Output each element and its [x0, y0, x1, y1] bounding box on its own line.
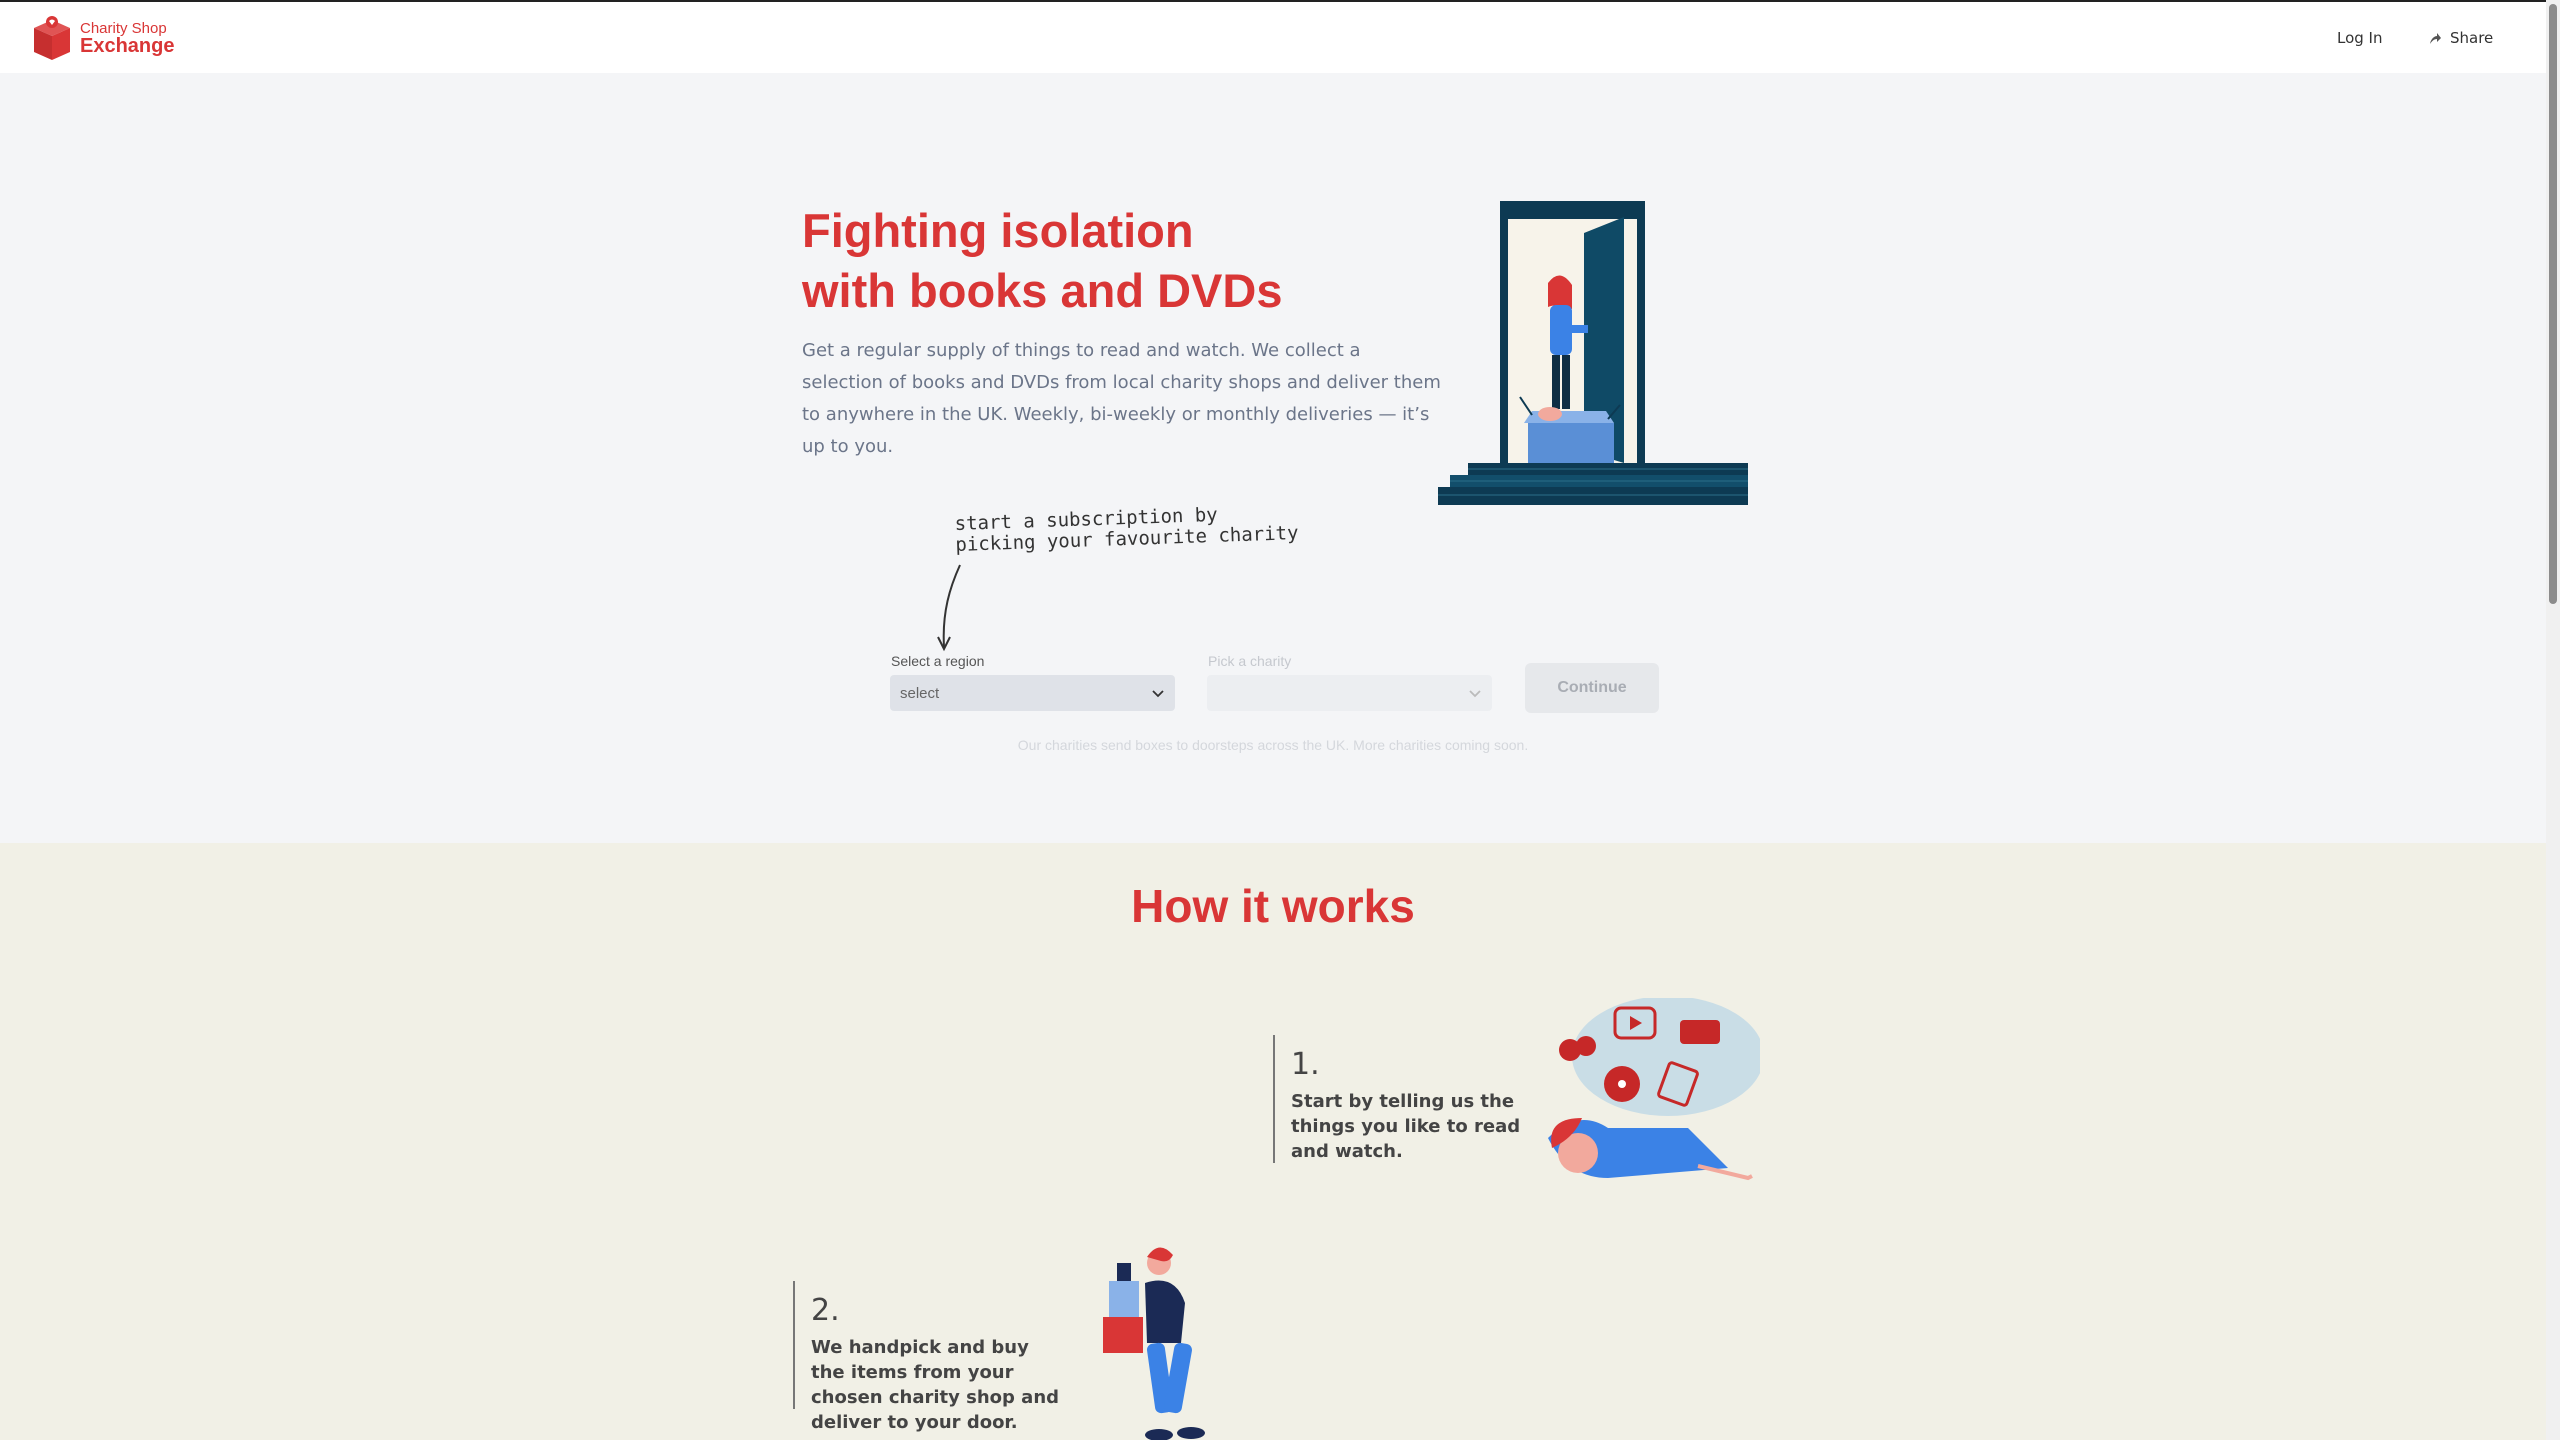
- step-1-text: Start by telling us the things you like …: [1291, 1091, 1521, 1162]
- hero-title-line2: with books and DVDs: [802, 264, 1283, 317]
- logo-box-icon: [34, 16, 70, 60]
- step-2: 2. We handpick and buy the items from yo…: [793, 1281, 1063, 1433]
- doorway-illustration: [1438, 201, 1748, 505]
- step-1: 1. Start by telling us the things you li…: [1273, 1035, 1533, 1163]
- hero-description: Get a regular supply of things to read a…: [802, 340, 1441, 457]
- login-link[interactable]: Log In: [2337, 29, 2383, 47]
- step-1-number: 1.: [1291, 1047, 1320, 1082]
- region-select-value: select: [900, 684, 940, 702]
- share-arrow-icon: [2430, 32, 2441, 44]
- scrollbar-thumb[interactable]: [2549, 4, 2557, 604]
- share-button[interactable]: Share: [2429, 29, 2493, 47]
- chevron-down-icon: [1152, 690, 1164, 698]
- region-select[interactable]: select: [890, 675, 1175, 711]
- hero-section: Fighting isolation with books and DVDs G…: [0, 73, 2546, 843]
- hero-title: Fighting isolation with books and DVDs: [802, 201, 1502, 321]
- continue-button[interactable]: Continue: [1525, 663, 1659, 713]
- space-invader-icon: [1680, 1020, 1720, 1044]
- site-logo[interactable]: Charity Shop Exchange: [30, 14, 174, 62]
- top-nav-bar: Charity Shop Exchange Log In Share: [0, 0, 2546, 73]
- charity-select[interactable]: [1207, 675, 1492, 711]
- charity-label: Pick a charity: [1208, 653, 1292, 669]
- hand-drawn-arrow-icon: [937, 564, 961, 652]
- page-scrollbar[interactable]: [2546, 0, 2560, 1440]
- step-2-number: 2.: [811, 1293, 840, 1328]
- logo-line1: Charity Shop: [80, 19, 167, 37]
- person-carrying-boxes-illustration: [1103, 1247, 1205, 1440]
- how-it-works-title: How it works: [1131, 880, 1415, 932]
- logo-line2: Exchange: [80, 34, 175, 57]
- coverage-note: Our charities send boxes to doorsteps ac…: [1017, 737, 1529, 753]
- handwritten-note: start a subscription by picking your fav…: [954, 502, 1298, 556]
- chevron-down-icon: [1469, 690, 1481, 698]
- how-it-works-section: How it works 1. Start by telling us the …: [0, 843, 2546, 1440]
- step-2-text: We handpick and buy the items from your …: [811, 1337, 1060, 1433]
- daydreaming-person-illustration: [1548, 998, 1760, 1181]
- logo-wordmark: Charity Shop Exchange: [80, 21, 174, 56]
- share-label: Share: [2450, 29, 2494, 47]
- region-label: Select a region: [891, 653, 985, 669]
- hero-title-line1: Fighting isolation: [802, 204, 1194, 257]
